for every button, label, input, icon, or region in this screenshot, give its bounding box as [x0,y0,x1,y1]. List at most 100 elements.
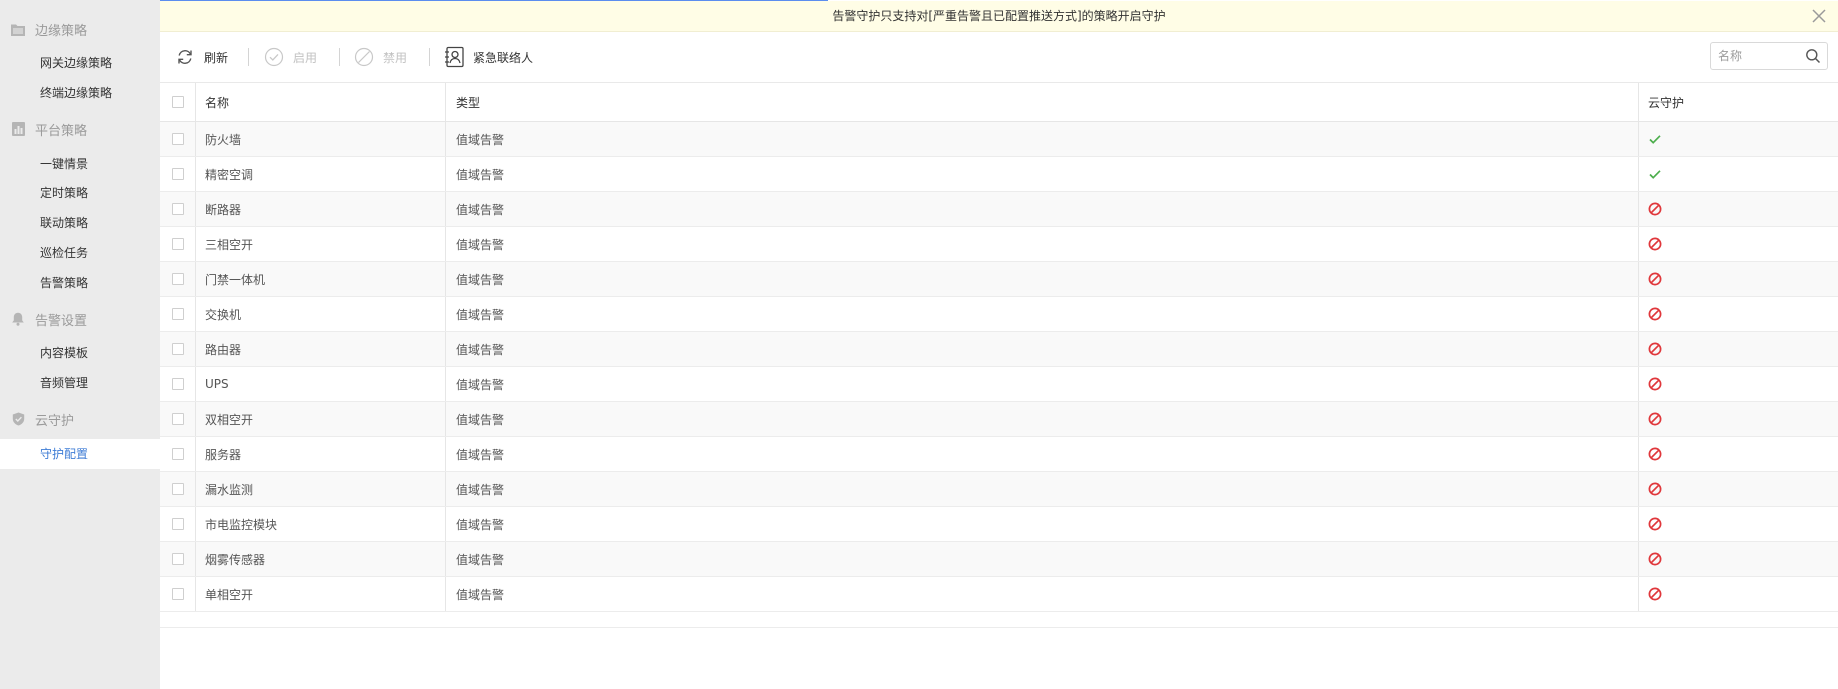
table-row[interactable]: 漏水监测 值域告警 [160,472,1838,507]
row-checkbox[interactable] [171,413,184,425]
sidebar-group-edge-policy[interactable]: 边缘策略 [0,14,160,44]
row-name: UPS [205,377,229,391]
row-checkbox[interactable] [171,378,184,390]
table-row[interactable]: 交换机 值域告警 [160,297,1838,332]
row-cloud-guard[interactable] [1648,297,1662,331]
row-checkbox-cell [160,507,195,541]
emergency-contact-label: 紧急联络人 [473,50,534,65]
sidebar-group-label: 边缘策略 [35,23,88,39]
row-checkbox-cell [160,472,195,506]
column-divider [445,542,446,576]
row-checkbox-cell [160,227,195,261]
column-divider [1638,157,1639,191]
refresh-button[interactable]: 刷新 [174,44,228,70]
column-header-cloud-guard[interactable]: 云守护 [1648,83,1684,121]
row-checkbox-cell [160,122,195,156]
row-type: 值域告警 [456,167,505,182]
row-cloud-guard[interactable] [1648,367,1662,401]
row-checkbox[interactable] [171,343,184,355]
column-header-type[interactable]: 类型 [456,83,480,121]
column-header-name[interactable]: 名称 [205,83,229,121]
row-checkbox[interactable] [171,483,184,495]
ban-icon [1648,587,1662,601]
column-divider [195,122,196,156]
row-cloud-guard[interactable] [1648,157,1662,191]
header-checkbox-cell [160,83,195,121]
row-cloud-guard[interactable] [1648,507,1662,541]
row-checkbox[interactable] [171,308,184,320]
row-cloud-guard[interactable] [1648,122,1662,156]
row-checkbox-cell [160,437,195,471]
close-icon[interactable] [1810,7,1828,25]
row-cloud-guard[interactable] [1648,262,1662,296]
column-divider [1638,332,1639,366]
row-cloud-guard[interactable] [1648,542,1662,576]
table-row[interactable]: 精密空调 值域告警 [160,157,1838,192]
disable-button[interactable]: 禁用 [353,44,407,70]
table-row[interactable]: 单相空开 值域告警 [160,577,1838,612]
sidebar-item-timed-policy[interactable]: 定时策略 [0,179,160,207]
sidebar-item-audio-management[interactable]: 音频管理 [0,369,160,397]
row-checkbox[interactable] [171,133,184,145]
sidebar-group-cloud-guard[interactable]: 云守护 [0,404,160,434]
row-checkbox[interactable] [171,553,184,565]
table-row[interactable]: UPS 值域告警 [160,367,1838,402]
column-divider [195,542,196,576]
row-cloud-guard[interactable] [1648,332,1662,366]
row-cloud-guard[interactable] [1648,192,1662,226]
sidebar-item-alarm-policy[interactable]: 告警策略 [0,269,160,297]
row-cloud-guard[interactable] [1648,227,1662,261]
table-row[interactable]: 服务器 值域告警 [160,437,1838,472]
table-row[interactable]: 断路器 值域告警 [160,192,1838,227]
row-name: 双相空开 [205,412,254,427]
table-row[interactable]: 三相空开 值域告警 [160,227,1838,262]
emergency-contact-button[interactable]: 紧急联络人 [443,44,533,70]
table-row[interactable]: 路由器 值域告警 [160,332,1838,367]
row-cloud-guard[interactable] [1648,472,1662,506]
table-row[interactable]: 防火墙 值域告警 [160,122,1838,157]
refresh-label: 刷新 [204,50,229,65]
ban-icon [1648,307,1662,321]
select-all-checkbox[interactable] [171,96,184,108]
contact-icon [443,46,465,68]
row-type: 值域告警 [456,237,505,252]
sidebar-item-inspection-task[interactable]: 巡检任务 [0,239,160,267]
table-row[interactable]: 市电监控模块 值域告警 [160,507,1838,542]
column-divider [1638,227,1639,261]
notice-banner: 告警守护只支持对[严重告警且已配置推送方式]的策略开启守护 [160,1,1838,32]
sidebar-item-terminal-edge-policy[interactable]: 终端边缘策略 [0,79,160,107]
column-divider [195,192,196,226]
sidebar-item-one-click-scene[interactable]: 一键情景 [0,150,160,178]
row-checkbox[interactable] [171,448,184,460]
table-row[interactable]: 烟雾传感器 值域告警 [160,542,1838,577]
table-row[interactable]: 双相空开 值域告警 [160,402,1838,437]
column-divider [445,122,446,156]
search-input[interactable] [1718,43,1798,69]
search-icon[interactable] [1805,48,1821,64]
row-cloud-guard[interactable] [1648,577,1662,611]
row-checkbox[interactable] [171,238,184,250]
row-checkbox[interactable] [171,168,184,180]
column-divider [195,262,196,296]
column-divider [445,402,446,436]
row-type: 值域告警 [456,307,505,322]
row-checkbox[interactable] [171,588,184,600]
sidebar-group-label: 告警设置 [35,313,88,329]
enable-button[interactable]: 启用 [263,44,317,70]
column-divider [1638,192,1639,226]
column-divider [445,507,446,541]
sidebar-item-guard-config[interactable]: 守护配置 [0,439,160,469]
row-cloud-guard[interactable] [1648,402,1662,436]
sidebar-item-linkage-policy[interactable]: 联动策略 [0,209,160,237]
sidebar-group-alarm-settings[interactable]: 告警设置 [0,304,160,334]
sidebar-item-content-template[interactable]: 内容模板 [0,339,160,367]
row-checkbox[interactable] [171,518,184,530]
table-row[interactable]: 门禁一体机 值域告警 [160,262,1838,297]
row-type: 值域告警 [456,342,505,357]
row-checkbox[interactable] [171,273,184,285]
row-cloud-guard[interactable] [1648,437,1662,471]
row-checkbox[interactable] [171,203,184,215]
sidebar-group-platform-policy[interactable]: 平台策略 [0,114,160,144]
column-divider [445,332,446,366]
sidebar-item-gateway-edge-policy[interactable]: 网关边缘策略 [0,49,160,77]
